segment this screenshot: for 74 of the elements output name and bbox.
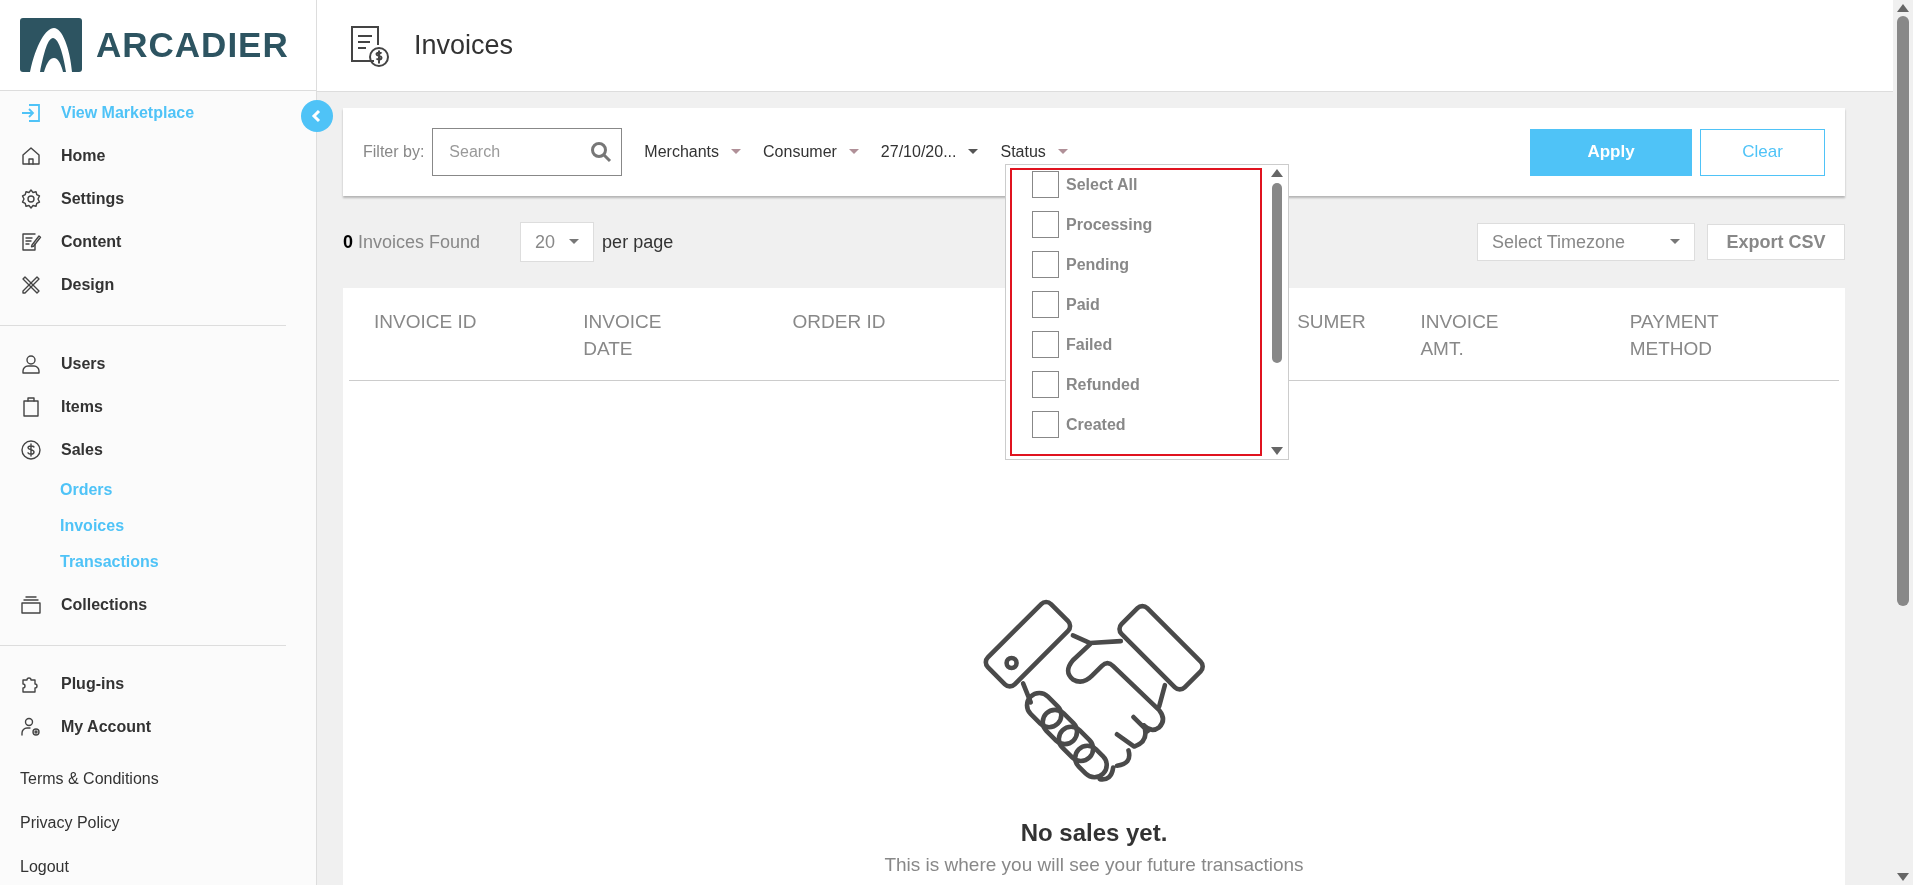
sidebar-item[interactable]: Design: [20, 273, 286, 297]
status-option[interactable]: Paid: [1032, 291, 1260, 318]
sidebar-item[interactable]: My Account: [20, 715, 316, 739]
column-header: INVOICE ID: [374, 310, 477, 334]
column-header: PAYMENT METHOD: [1629, 310, 1720, 361]
status-option[interactable]: Refunded: [1032, 371, 1260, 398]
caret-down-icon: [968, 149, 979, 155]
filter-label: Filter by:: [363, 142, 425, 162]
page-scrollbar[interactable]: [1893, 0, 1913, 885]
checkbox[interactable]: [1032, 211, 1059, 238]
scroll-thumb[interactable]: [1272, 183, 1282, 363]
filter-dropdown[interactable]: Merchants: [644, 140, 742, 164]
sidebar-item[interactable]: Home: [20, 144, 286, 168]
sidebar-item[interactable]: Users: [20, 352, 286, 376]
scroll-down-icon: [1897, 873, 1909, 881]
empty-state-text: This is where you will see your future transactions: [884, 852, 1304, 877]
checkbox[interactable]: [1032, 411, 1059, 438]
timezone-dropdown[interactable]: Select Timezone: [1477, 223, 1695, 261]
search-field[interactable]: Search: [432, 128, 623, 176]
logo-icon: [20, 18, 82, 72]
footer-link[interactable]: Privacy Policy: [20, 811, 316, 835]
user-icon: [20, 353, 42, 375]
settings-icon: [20, 188, 42, 210]
checkbox[interactable]: [1032, 291, 1059, 318]
sidebar-item[interactable]: Items: [20, 395, 286, 419]
filter-dropdown[interactable]: Consumer: [763, 140, 859, 164]
caret-down-icon: [1670, 239, 1680, 245]
caret-down-icon: [731, 149, 742, 155]
user-gear-icon: [20, 716, 42, 738]
enter-icon: [20, 102, 42, 124]
per-page-label: per page: [602, 230, 674, 254]
status-option[interactable]: Created: [1032, 411, 1260, 438]
scroll-up-icon: [1271, 169, 1283, 177]
dollar-icon: [20, 439, 42, 461]
footer-link[interactable]: Logout: [20, 855, 316, 879]
empty-state-title: No sales yet.: [1020, 817, 1168, 848]
scroll-up-icon: [1897, 4, 1909, 12]
stack-icon: [20, 594, 42, 616]
checkbox[interactable]: [1032, 171, 1059, 198]
column-header: INVOICE DATE: [583, 310, 663, 361]
caret-down-icon: [1057, 149, 1068, 155]
export-csv-button[interactable]: Export CSV: [1707, 224, 1845, 260]
status-option[interactable]: Select All: [1032, 171, 1260, 198]
caret-down-icon: [848, 149, 859, 155]
search-icon: [590, 141, 613, 163]
column-header: ORDER ID: [792, 310, 886, 334]
pencil-ruler-icon: [20, 274, 42, 296]
sidebar-item[interactable]: Plug-ins: [20, 672, 316, 696]
footer-link[interactable]: Terms & Conditions: [20, 767, 316, 791]
per-page-dropdown[interactable]: 20: [520, 222, 595, 262]
sidebar-item[interactable]: Content: [20, 230, 286, 254]
sidebar-item[interactable]: Sales: [20, 438, 286, 462]
home-icon: [20, 145, 42, 167]
checkbox[interactable]: [1032, 251, 1059, 278]
caret-down-icon: [569, 239, 580, 245]
status-option[interactable]: Processing: [1032, 211, 1260, 238]
filter-dropdown[interactable]: 27/10/20...: [880, 140, 979, 164]
sidebar-item[interactable]: Collections: [20, 593, 286, 617]
column-header: INVOICE AMT.: [1420, 310, 1500, 361]
bag-icon: [20, 396, 42, 418]
logo-text: ARCADIER: [96, 23, 289, 66]
sidebar-item[interactable]: Settings: [20, 187, 286, 211]
checkbox[interactable]: [1032, 371, 1059, 398]
column-header: SUMER: [1297, 310, 1366, 334]
scroll-thumb[interactable]: [1897, 16, 1909, 606]
chevron-left-icon: [311, 109, 323, 123]
status-option[interactable]: Pending: [1032, 251, 1260, 278]
filter-dropdown[interactable]: Status: [1000, 140, 1068, 164]
page-title: Invoices: [414, 29, 514, 63]
status-option[interactable]: Failed: [1032, 331, 1260, 358]
document-pen-icon: [20, 231, 42, 253]
checkbox[interactable]: [1032, 331, 1059, 358]
results-count: 0 Invoices Found: [343, 230, 481, 254]
scroll-down-icon: [1271, 447, 1283, 455]
